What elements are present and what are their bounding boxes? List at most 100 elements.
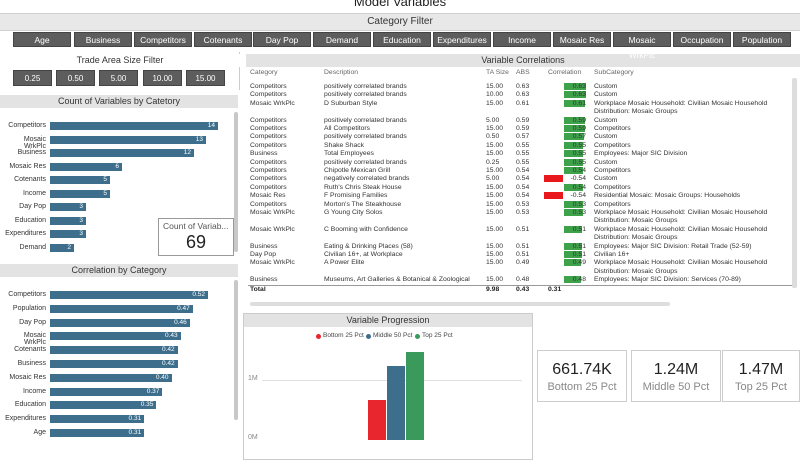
bar-label: Mosaic WrkPlc — [23, 332, 46, 347]
corr-chart-scrollbar[interactable] — [234, 280, 238, 420]
bar-label: Business — [17, 149, 46, 156]
table-cell: Workplace Mosaic Household: Civilian Mos… — [594, 209, 768, 216]
table-cell: negatively correlated brands — [324, 175, 410, 183]
correlation-value: 0.63 — [572, 91, 586, 99]
bar-value: 5 — [103, 176, 107, 183]
table-cell: 0.55 — [516, 150, 530, 158]
table-cell: Competitors — [594, 167, 631, 174]
table-header[interactable]: ABS — [516, 69, 530, 76]
bar-value: 0.46 — [174, 318, 187, 326]
table-cell: All Competitors — [324, 125, 371, 132]
trade-area-button[interactable]: 5.00 — [99, 70, 138, 86]
table-cell: Employees: Major SIC Division: Services … — [594, 276, 741, 284]
trade-area-button[interactable]: 15.00 — [186, 70, 225, 86]
trade-area-button[interactable]: 10.00 — [143, 70, 182, 86]
bar-label: Cotenants — [14, 346, 46, 354]
category-button-cotenants[interactable]: Cotenants — [194, 32, 252, 47]
table-cell: Competitors — [594, 125, 631, 132]
table-cell: Morton's The Steakhouse — [324, 200, 402, 208]
bar-value: 0.35 — [140, 401, 154, 409]
bar-value: 0.37 — [146, 387, 160, 395]
table-cell: 0.59 — [516, 116, 530, 124]
table-cell: Mosaic WrkPlc — [250, 259, 295, 267]
y-tick-label: 0M — [248, 434, 258, 441]
bar-label: Mosaic Res — [9, 162, 46, 170]
correlation-bar — [544, 175, 563, 183]
table-cell: 15.00 — [486, 259, 504, 267]
bar-label: Income — [23, 387, 46, 395]
table-cell: positively correlated brands — [324, 133, 407, 141]
table-cell: Chipotle Mexican Grill — [324, 167, 391, 174]
table-cell: 15.00 — [486, 83, 504, 90]
correlation-value: 0.48 — [572, 276, 586, 284]
bar-value: 0.52 — [192, 291, 205, 298]
bar-label: Income — [23, 189, 46, 197]
category-button-mosaic-res[interactable]: Mosaic Res — [553, 32, 611, 47]
progression-bar — [387, 365, 405, 440]
variable-correlations-title: Variable Correlations — [246, 54, 800, 67]
category-button-demand[interactable]: Demand — [313, 32, 371, 47]
category-button-expenditures[interactable]: Expenditures — [433, 32, 491, 47]
table-cell: 0.54 — [516, 192, 530, 200]
table-cell: 0.49 — [516, 259, 530, 267]
table-scrollbar-h[interactable] — [250, 302, 670, 306]
correlation-value: 0.51 — [572, 251, 586, 258]
bar-label: Expenditures — [5, 415, 46, 423]
category-button-age[interactable]: Age — [13, 32, 71, 47]
page-title: Model Variables — [353, 0, 447, 9]
table-cell: 15.00 — [486, 125, 504, 132]
legend-marker — [366, 334, 371, 339]
correlation-value: 0.55 — [572, 158, 586, 166]
correlation-value: 0.49 — [572, 259, 586, 267]
total-cell: Total — [250, 285, 266, 293]
table-cell: Custom — [594, 91, 618, 99]
table-cell: 0.63 — [516, 83, 530, 90]
table-cell: Competitors — [250, 200, 287, 208]
total-cell: 0.31 — [548, 285, 562, 293]
corr-chart-title: Correlation by Category — [0, 264, 238, 277]
table-cell: 0.51 — [516, 242, 530, 250]
table-cell: Mosaic WrkPlc — [250, 225, 295, 233]
category-filter-title: Category Filter — [0, 13, 800, 31]
table-header[interactable]: SubCategory — [594, 69, 634, 76]
bar-value: 3 — [79, 216, 83, 224]
correlation-value: 0.53 — [572, 209, 586, 216]
table-cell: Distribution: Mosaic Groups — [594, 217, 678, 225]
table-cell: Custom — [594, 116, 618, 124]
table-cell: Mosaic WrkPlc — [250, 209, 295, 216]
table-header[interactable]: Description — [324, 69, 358, 76]
table-scrollbar-v[interactable] — [792, 78, 797, 288]
table-cell: Business — [250, 276, 278, 284]
count-chart-scrollbar[interactable] — [234, 112, 238, 252]
trade-area-button[interactable]: 0.50 — [56, 70, 95, 86]
progression-title: Variable Progression — [244, 314, 532, 327]
table-cell: Civilian 16+, at Workplace — [324, 251, 403, 258]
table-cell: Distribution: Mosaic Groups — [594, 234, 678, 242]
category-button-population[interactable]: Population — [733, 32, 791, 47]
bar-value: 13 — [195, 135, 203, 143]
table-header[interactable]: Category — [250, 69, 278, 76]
table-cell: 0.50 — [486, 133, 500, 141]
kpi-value: 661.74K — [552, 361, 612, 378]
trade-area-button[interactable]: 0.25 — [13, 70, 52, 86]
table-cell: Custom — [594, 83, 618, 90]
category-button-business[interactable]: Business — [74, 32, 132, 47]
category-button-mosaic-wrkplc[interactable]: Mosaic WrkPlc — [613, 32, 671, 60]
category-button-competitors[interactable]: Competitors — [134, 32, 192, 47]
category-button-income[interactable]: Income — [493, 32, 551, 47]
legend-marker — [415, 334, 420, 339]
category-button-day-pop[interactable]: Day Pop — [253, 32, 311, 47]
correlation-value: 0.59 — [572, 125, 586, 132]
bar-label: Day Pop — [19, 318, 46, 326]
category-button-education[interactable]: Education — [373, 32, 431, 47]
category-button-occupation[interactable]: Occupation — [673, 32, 731, 47]
table-cell: Employees: Major SIC Division: Retail Tr… — [594, 242, 752, 250]
table-header[interactable]: TA Size — [486, 69, 509, 76]
bar-value: 0.43 — [164, 332, 178, 340]
table-cell: F Promising Families — [324, 192, 388, 200]
bar-label: Education — [14, 216, 46, 224]
table-cell: 15.00 — [486, 209, 504, 216]
bar-value: 0.47 — [177, 304, 190, 312]
bar-value: 5 — [103, 189, 107, 197]
table-header[interactable]: Correlation — [548, 69, 581, 76]
